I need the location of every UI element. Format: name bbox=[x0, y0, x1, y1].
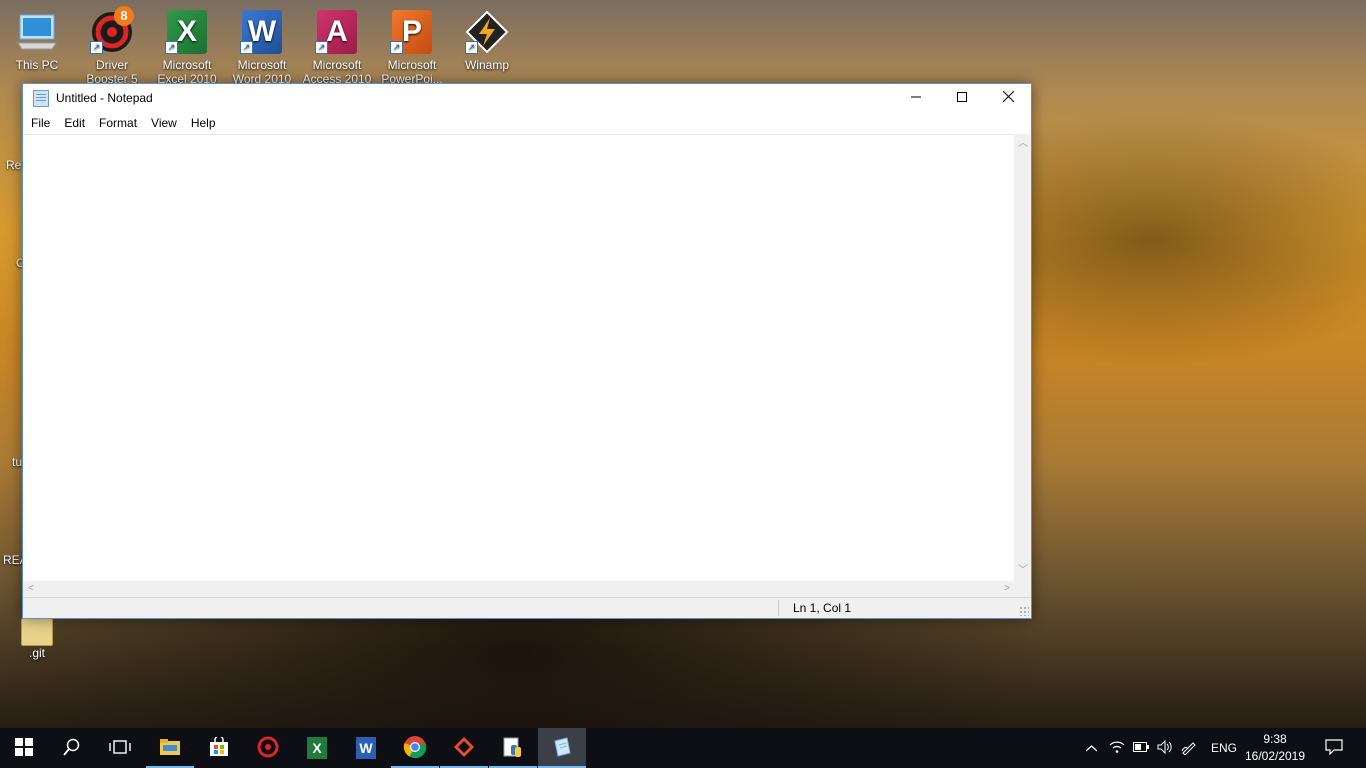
desktop-icon-label: Driver Booster 5 bbox=[86, 58, 138, 86]
desktop-icon-this-pc[interactable]: This PC bbox=[0, 6, 74, 86]
notepad-icon bbox=[33, 89, 49, 107]
menu-view[interactable]: View bbox=[144, 112, 184, 134]
volume-icon[interactable] bbox=[1153, 739, 1177, 757]
pen-workspace-icon[interactable] bbox=[1177, 739, 1201, 758]
desktop-icon-label: Microsoft Access 2010 bbox=[302, 58, 372, 86]
desktop-icon-recycle-bin[interactable]: Re bbox=[6, 158, 21, 172]
desktop-icon-excel[interactable]: X ↗ Microsoft Excel 2010 bbox=[150, 6, 224, 86]
shortcut-arrow-icon: ↗ bbox=[165, 41, 178, 54]
desktop-icon-winamp[interactable]: ↗ Winamp bbox=[450, 6, 524, 86]
clock-time: 9:38 bbox=[1263, 732, 1287, 746]
folder-icon bbox=[21, 618, 53, 646]
taskbar-excel[interactable]: X bbox=[293, 728, 341, 768]
taskbar-driver-booster[interactable] bbox=[244, 728, 292, 768]
notepad-icon bbox=[551, 736, 573, 761]
shortcut-arrow-icon: ↗ bbox=[465, 41, 478, 54]
shortcut-arrow-icon: ↗ bbox=[90, 41, 103, 54]
shortcut-arrow-icon: ↗ bbox=[390, 41, 403, 54]
status-divider bbox=[778, 600, 779, 616]
close-icon bbox=[1002, 90, 1014, 105]
winamp-icon: ↗ bbox=[463, 8, 511, 56]
computer-icon bbox=[13, 8, 61, 56]
notification-badge: 8 bbox=[114, 6, 134, 26]
desktop-icon-label: This PC bbox=[15, 58, 59, 72]
taskbar-store[interactable] bbox=[195, 728, 243, 768]
taskbar-notepad[interactable] bbox=[538, 728, 586, 768]
menu-edit[interactable]: Edit bbox=[57, 112, 92, 134]
menu-help[interactable]: Help bbox=[184, 112, 223, 134]
menu-bar: File Edit Format View Help bbox=[23, 112, 1031, 134]
taskbar-clock[interactable]: 9:38 16/02/2019 bbox=[1242, 731, 1308, 765]
scroll-up-icon[interactable]: ︿ bbox=[1018, 139, 1028, 149]
word-icon: W ↗ bbox=[238, 8, 286, 56]
taskbar: X W ENG 9:38 16/02/2019 bbox=[0, 728, 1366, 768]
menu-file[interactable]: File bbox=[24, 112, 57, 134]
chrome-icon bbox=[403, 735, 427, 762]
search-button[interactable] bbox=[48, 728, 96, 768]
task-view-icon bbox=[109, 739, 131, 758]
horizontal-scrollbar[interactable]: < > bbox=[23, 581, 1015, 598]
store-icon bbox=[209, 734, 229, 760]
desktop-icon-label: Microsoft Word 2010 bbox=[232, 58, 292, 86]
taskbar-git[interactable] bbox=[440, 728, 488, 768]
task-view-button[interactable] bbox=[96, 728, 144, 768]
word-icon: W bbox=[356, 737, 376, 759]
windows-logo-icon bbox=[15, 737, 33, 759]
access-icon: A ↗ bbox=[313, 8, 361, 56]
taskbar-word[interactable]: W bbox=[342, 728, 390, 768]
menu-format[interactable]: Format bbox=[92, 112, 144, 134]
resize-grip-icon[interactable] bbox=[1019, 606, 1029, 616]
driver-booster-icon bbox=[257, 736, 279, 761]
notification-icon bbox=[1325, 738, 1343, 758]
excel-icon: X bbox=[307, 737, 327, 759]
desktop-icon-label: Microsoft PowerPoi... bbox=[381, 58, 443, 86]
search-icon bbox=[63, 738, 81, 759]
excel-icon: X ↗ bbox=[163, 8, 211, 56]
scroll-right-icon[interactable]: > bbox=[1004, 584, 1010, 594]
desktop-icon-access[interactable]: A ↗ Microsoft Access 2010 bbox=[300, 6, 374, 86]
driver-booster-icon: 8 ↗ bbox=[88, 6, 136, 56]
desktop-icon-driver-booster[interactable]: 8 ↗ Driver Booster 5 bbox=[75, 6, 149, 86]
minimize-button[interactable] bbox=[893, 84, 939, 112]
shortcut-arrow-icon: ↗ bbox=[240, 41, 253, 54]
desktop-icon-label: Microsoft Excel 2010 bbox=[157, 58, 217, 86]
action-center-button[interactable] bbox=[1310, 728, 1358, 768]
language-indicator[interactable]: ENG bbox=[1211, 741, 1237, 755]
battery-icon[interactable] bbox=[1129, 741, 1153, 755]
taskbar-chrome[interactable] bbox=[391, 728, 439, 768]
clock-date: 16/02/2019 bbox=[1244, 749, 1306, 763]
start-button[interactable] bbox=[0, 728, 48, 768]
file-explorer-icon bbox=[159, 738, 181, 759]
desktop-icon-label: Winamp bbox=[464, 58, 509, 72]
vertical-scrollbar[interactable]: ︿ ﹀ bbox=[1014, 134, 1031, 581]
close-button[interactable] bbox=[985, 84, 1031, 112]
desktop-icon-powerpoint[interactable]: P ↗ Microsoft PowerPoi... bbox=[375, 6, 449, 86]
scroll-down-icon[interactable]: ﹀ bbox=[1018, 566, 1028, 576]
python-icon bbox=[502, 736, 524, 761]
taskbar-file-explorer[interactable] bbox=[146, 728, 194, 768]
desktop-icon-git-folder[interactable]: .git bbox=[10, 618, 64, 660]
shortcut-arrow-icon: ↗ bbox=[315, 41, 328, 54]
notepad-window[interactable]: Untitled - Notepad File Edit Format View… bbox=[22, 83, 1032, 619]
title-bar[interactable]: Untitled - Notepad bbox=[23, 84, 1031, 112]
taskbar-python[interactable] bbox=[489, 728, 537, 768]
maximize-button[interactable] bbox=[939, 84, 985, 112]
maximize-icon bbox=[957, 91, 967, 105]
git-icon bbox=[453, 736, 475, 761]
show-hidden-icons-icon[interactable] bbox=[1080, 741, 1102, 755]
window-title: Untitled - Notepad bbox=[56, 91, 153, 105]
wifi-icon[interactable] bbox=[1105, 740, 1129, 757]
scroll-left-icon[interactable]: < bbox=[28, 584, 34, 594]
desktop-icon-partial[interactable]: tu bbox=[12, 455, 22, 469]
desktop-icon-word[interactable]: W ↗ Microsoft Word 2010 bbox=[225, 6, 299, 86]
desktop-icon-label: .git bbox=[28, 646, 45, 660]
text-editor-area[interactable] bbox=[23, 134, 1015, 582]
cursor-position: Ln 1, Col 1 bbox=[793, 601, 852, 615]
status-bar: Ln 1, Col 1 bbox=[23, 597, 1031, 618]
powerpoint-icon: P ↗ bbox=[388, 8, 436, 56]
minimize-icon bbox=[911, 91, 921, 105]
scrollbar-corner bbox=[1014, 581, 1031, 598]
